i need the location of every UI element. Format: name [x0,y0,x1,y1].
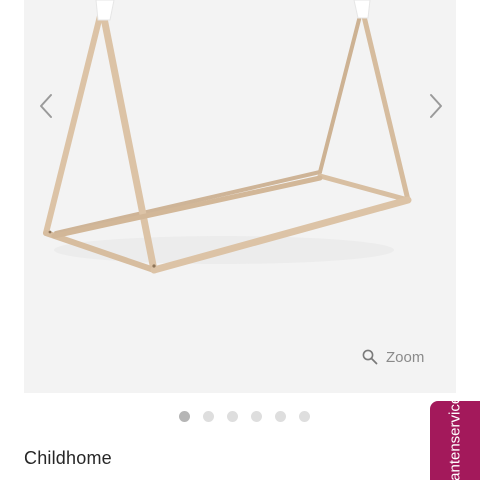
carousel-dot-1[interactable] [179,411,190,422]
carousel-dot-6[interactable] [299,411,310,422]
product-image [43,0,412,274]
chevron-right-icon [430,94,442,118]
product-brand[interactable]: Childhome [24,448,112,469]
carousel-dot-3[interactable] [227,411,238,422]
carousel-dot-2[interactable] [203,411,214,422]
customer-service-tab[interactable]: Klantenservice [430,401,480,480]
zoom-button[interactable]: Zoom [362,344,424,370]
magnifier-icon [362,349,378,365]
zoom-label: Zoom [386,348,425,366]
next-image-button[interactable] [422,88,450,124]
product-image-gallery[interactable]: Zoom [24,0,456,393]
product-page: Zoom Childhome Klantenservice [0,0,480,480]
carousel-pagination [179,411,310,422]
customer-service-label: Klantenservice [446,401,464,480]
carousel-dot-5[interactable] [275,411,286,422]
previous-image-button[interactable] [32,88,60,124]
chevron-left-icon [40,94,52,118]
carousel-dot-4[interactable] [251,411,262,422]
